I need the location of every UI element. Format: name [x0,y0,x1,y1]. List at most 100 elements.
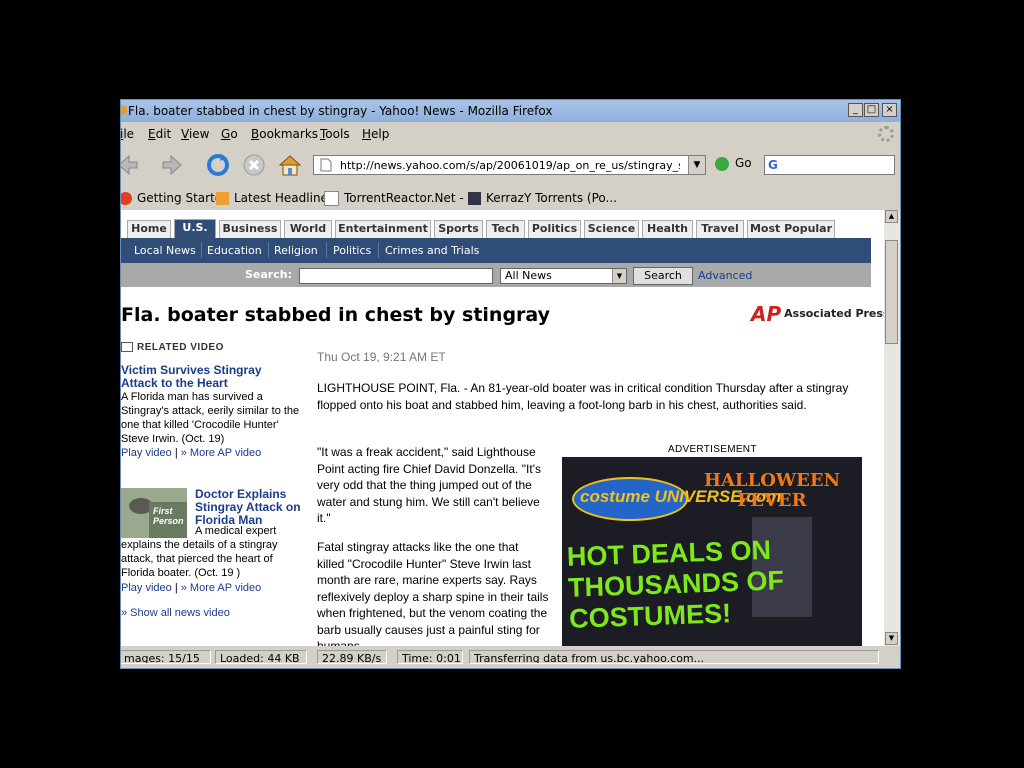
home-icon[interactable] [277,152,303,178]
show-all-news-video-link[interactable]: » Show all news video [121,607,230,619]
bookmark-getting-started[interactable]: Getting Started [121,191,230,205]
firefox-icon [121,105,127,115]
article-headline: Fla. boater stabbed in chest by stingray [121,304,551,326]
subnav-crimes-and-trials[interactable]: Crimes and Trials [385,244,479,257]
menu-bar: ile Edit View Go Bookmarks Tools Help [121,124,900,144]
video-title-2[interactable]: Doctor Explains Stingray Attack on Flori… [195,488,303,527]
menu-edit[interactable]: Edit [148,127,171,141]
source-logo: AP Associated Press [751,302,885,326]
subnav-religion[interactable]: Religion [274,244,318,257]
subnav-education[interactable]: Education [207,244,262,257]
first-person-badge: First Person [153,506,184,526]
advertisement-banner[interactable]: costume UNIVERSE.com HALLOWEEN FEVER HOT… [562,457,862,646]
tab-sports[interactable]: Sports [434,220,483,238]
advanced-search-link[interactable]: Advanced [698,269,752,282]
back-icon[interactable] [120,152,141,178]
menu-bookmarks[interactable]: Bookmarks [251,127,318,141]
tab-us[interactable]: U.S. [174,219,216,238]
video-links-2: Play video | » More AP video [121,582,261,594]
article-paragraph-3: Fatal stingray attacks like the one that… [317,540,549,646]
tab-most-popular[interactable]: Most Popular [747,220,835,238]
forward-icon[interactable] [159,152,185,178]
minimize-button[interactable]: _ [848,103,863,117]
bookmark-icon [121,192,132,205]
vertical-scrollbar[interactable]: ▲ ▼ [884,210,900,646]
scroll-thumb[interactable] [885,240,898,344]
search-label: Search: [245,268,292,281]
scroll-down-icon[interactable]: ▼ [885,632,898,645]
search-scope-select[interactable]: All News ▼ [500,268,627,284]
video-desc-1: A Florida man has survived a Stingray's … [121,391,300,445]
related-video-heading-text: RELATED VIDEO [137,342,224,353]
subnav-politics[interactable]: Politics [333,244,371,257]
window-title: Fla. boater stabbed in chest by stingray… [128,104,553,118]
search-input[interactable] [299,268,493,284]
more-ap-video-link[interactable]: » More AP video [181,582,262,594]
search-button[interactable]: Search [633,267,693,285]
scroll-up-icon[interactable]: ▲ [885,210,898,223]
close-button[interactable]: × [882,103,897,117]
k-logo-icon [468,192,481,205]
menu-file[interactable]: ile [121,127,134,141]
go-label: Go [735,156,752,170]
bookmark-torrentreactor[interactable]: TorrentReactor.Net - ... [324,191,479,206]
tab-entertainment[interactable]: Entertainment [335,220,431,238]
chevron-down-icon: ▼ [612,269,626,283]
reload-icon[interactable] [205,152,231,178]
subnav-divider [326,242,327,258]
play-video-link[interactable]: Play video [121,582,172,594]
tab-science[interactable]: Science [584,220,639,238]
article-paragraph-1: LIGHTHOUSE POINT, Fla. - An 81-year-old … [317,381,849,412]
menu-go[interactable]: Go [221,127,238,141]
related-video-heading: RELATED VIDEO [121,342,224,353]
tab-world[interactable]: World [284,220,332,238]
menu-view[interactable]: View [181,127,209,141]
sub-navigation: Local News Education Religion Politics C… [121,238,871,263]
search-engine-box[interactable]: G [764,155,895,175]
title-bar[interactable]: Fla. boater stabbed in chest by stingray… [121,100,900,122]
subnav-divider [268,242,269,258]
maximize-button[interactable]: □ [864,103,879,117]
tab-health[interactable]: Health [642,220,693,238]
page-icon [320,158,332,172]
stop-icon[interactable] [241,152,267,178]
tab-tech[interactable]: Tech [486,220,525,238]
url-text[interactable]: http://news.yahoo.com/s/ap/20061019/ap_o… [340,159,680,172]
ap-logo-icon: AP [751,302,782,326]
article-paragraph-2: "It was a freak accident," said Lighthou… [317,445,541,525]
video-desc-2: A medical expert explains the details of… [121,525,278,579]
navigation-toolbar: http://news.yahoo.com/s/ap/20061019/ap_o… [121,146,900,186]
bookmarks-toolbar: Getting Started Latest Headlines Torrent… [121,188,900,208]
costume-universe-logo: costume UNIVERSE.com [572,477,781,521]
more-ap-video-link[interactable]: » More AP video [181,447,262,459]
rss-icon [216,192,229,205]
go-button[interactable]: Go [715,156,752,171]
url-dropdown-icon[interactable]: ▼ [688,156,705,174]
video-icon [121,342,133,353]
video-title-1[interactable]: Victim Survives Stingray Attack to the H… [121,364,301,390]
menu-help[interactable]: Help [362,127,389,141]
bookmark-kerrazy[interactable]: KerrazY Torrents (Po... [468,191,617,205]
halloween-fever-text: HALLOWEEN FEVER [703,470,841,511]
status-speed: 22.89 KB/s [317,650,387,664]
video-links-1: Play video | » More AP video [121,447,261,459]
tab-travel[interactable]: Travel [696,220,744,238]
page-content: Home U.S. Business World Entertainment S… [121,210,885,646]
status-loaded: Loaded: 44 KB [215,650,307,664]
search-scope-value: All News [505,269,552,282]
go-arrow-icon [715,156,729,171]
google-icon: G [768,158,778,172]
tab-home[interactable]: Home [127,220,171,238]
tab-business[interactable]: Business [219,220,281,238]
activity-throbber-icon [878,126,894,142]
ad-headline: HOT DEALS ON THOUSANDS OF COSTUMES! [566,534,785,634]
play-video-link[interactable]: Play video [121,447,172,459]
status-bar: mages: 15/15 Loaded: 44 KB 22.89 KB/s Ti… [121,647,900,668]
status-message: Transferring data from us.bc.yahoo.com..… [469,650,879,664]
address-bar[interactable]: http://news.yahoo.com/s/ap/20061019/ap_o… [313,155,706,175]
subnav-local-news[interactable]: Local News [134,244,196,257]
menu-tools[interactable]: Tools [320,127,350,141]
browser-window: Fla. boater stabbed in chest by stingray… [120,99,901,669]
bookmark-latest-headlines[interactable]: Latest Headlines [216,191,334,205]
tab-politics[interactable]: Politics [528,220,581,238]
